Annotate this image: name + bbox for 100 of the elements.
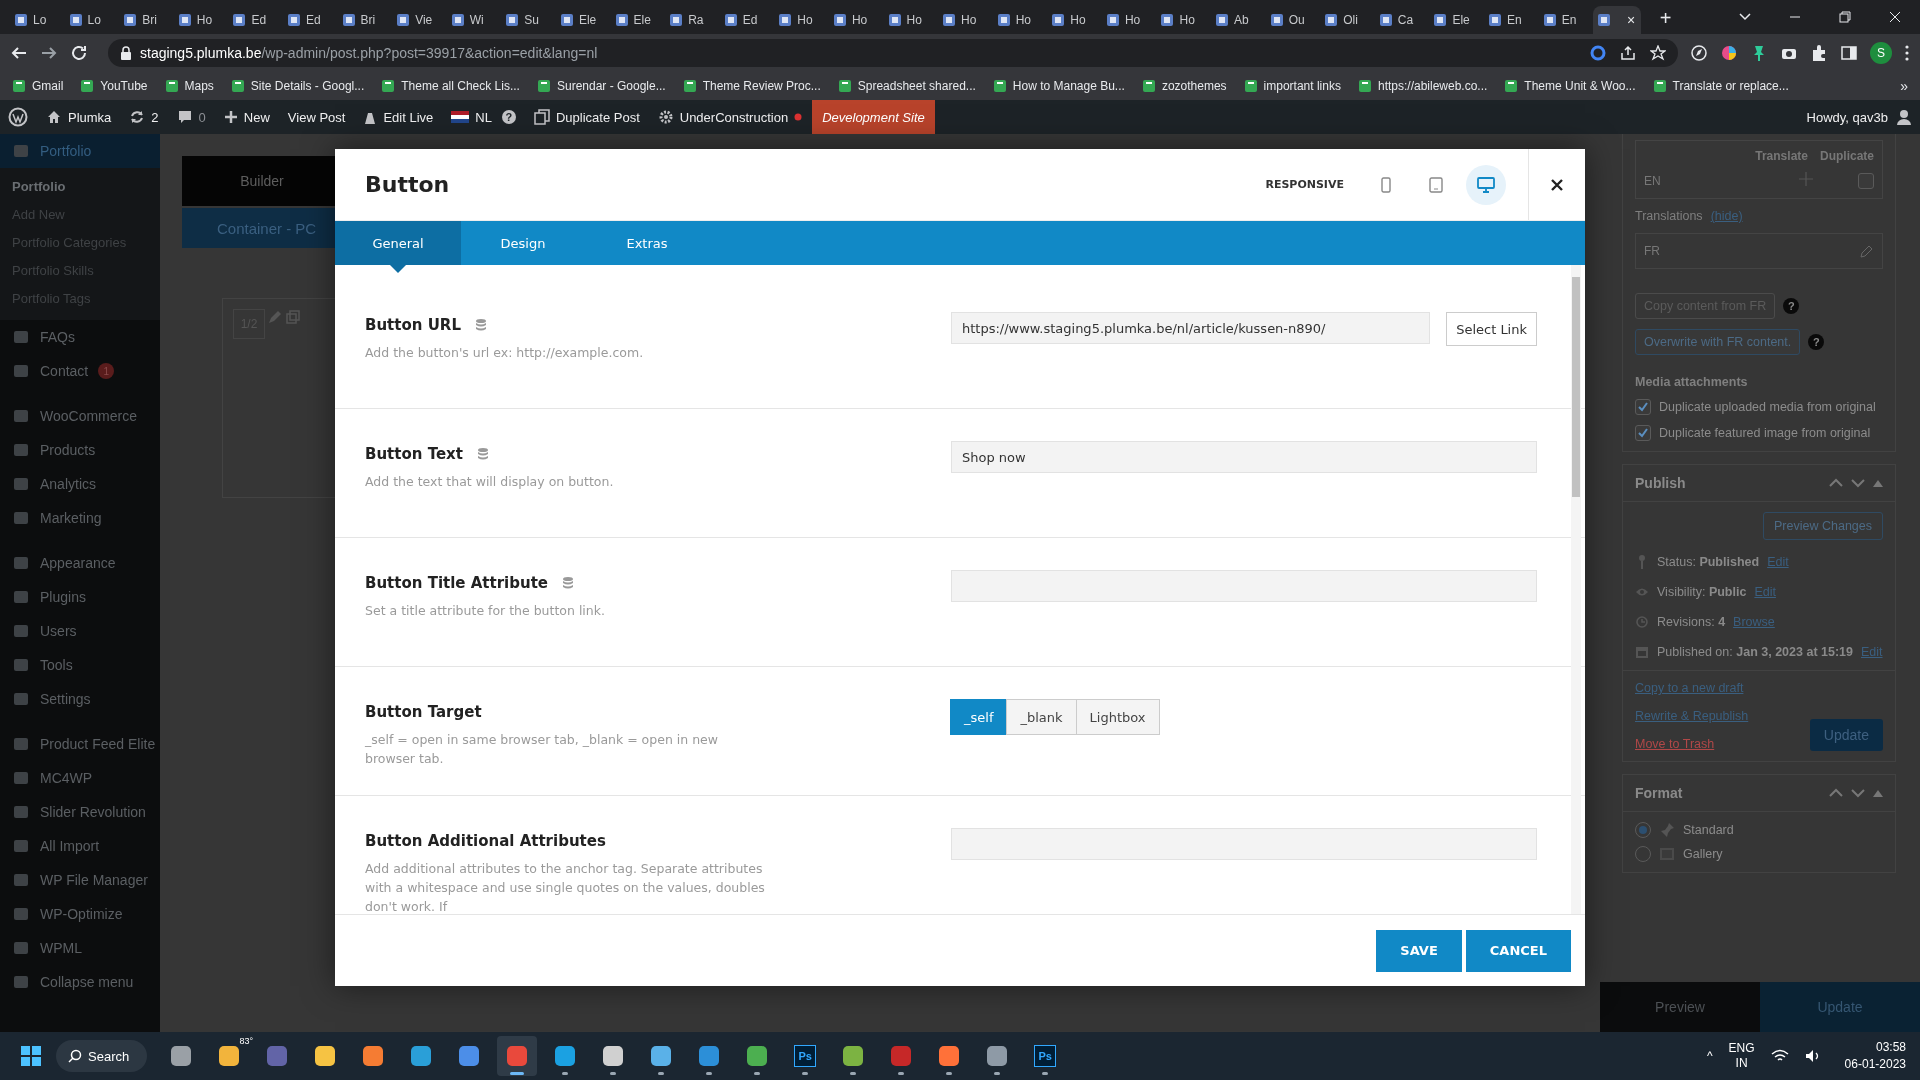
dialog-tab[interactable]: Design [461,221,585,265]
browser-tab[interactable]: Ed [228,6,277,34]
side-panel-icon[interactable] [1840,44,1858,62]
browser-tab[interactable]: Wi [446,6,495,34]
text-field[interactable]: https://www.staging5.plumka.be/nl/article/kussen-n890/ [951,312,1431,344]
browser-tab[interactable]: Ele [1429,6,1478,34]
bookmark[interactable]: Spreadsheet shared... [837,79,976,93]
text-field[interactable] [951,570,1537,602]
bookmark[interactable]: Theme all Check Lis... [381,79,520,93]
browser-tab[interactable]: Ho [774,6,823,34]
wordpress-logo-icon[interactable] [8,107,28,127]
chevron-up-icon[interactable] [1829,478,1843,488]
help-icon[interactable]: ? [1808,334,1825,350]
browser-tab[interactable]: Bri [337,6,386,34]
text-field[interactable] [951,828,1537,860]
browser-tab[interactable]: Ho [828,6,877,34]
browser-tab[interactable]: × [1593,6,1642,34]
site-link[interactable]: Plumka [46,109,112,125]
desktop-view-button[interactable] [1466,164,1506,205]
bookmark[interactable]: Theme Unit & Woo... [1504,79,1636,93]
checkbox[interactable] [1858,172,1874,189]
reload-icon[interactable] [70,44,88,62]
browser-tab[interactable]: En [1538,6,1587,34]
volume-icon[interactable] [1804,1049,1821,1063]
under-construction-link[interactable]: UnderConstruction [657,109,803,125]
checkbox[interactable] [1635,425,1651,441]
browser-tab[interactable]: Ou [1265,6,1314,34]
browser-tab[interactable]: Vie [392,6,441,34]
bookmark[interactable]: Theme Review Proc... [682,79,821,93]
browser-tab[interactable]: Ele [555,6,604,34]
updates-link[interactable]: 2 [129,109,159,125]
search-button[interactable]: Search [56,1040,148,1072]
puzzle-icon[interactable] [1810,44,1828,62]
browser-tab[interactable]: Bri [119,6,168,34]
color-wheel-icon[interactable] [1720,44,1738,62]
bookmark[interactable]: How to Manage Bu... [992,79,1125,93]
target-option[interactable]: _self [950,699,1008,735]
browser-tab[interactable]: Ho [992,6,1041,34]
wifi-icon[interactable] [1770,1049,1789,1063]
address-bar[interactable]: staging5.plumka.be/wp-admin/post.php?post=39917&action=edit&lang=nl [108,39,1678,67]
browser-tab[interactable]: Ca [1374,6,1423,34]
edit-live-link[interactable]: Edit Live [363,109,434,125]
browser-tab[interactable]: Ho [1156,6,1205,34]
compass-icon[interactable] [1690,44,1708,62]
bookmark[interactable]: https://abileweb.co... [1357,79,1488,93]
target-option[interactable]: Lightbox [1075,699,1160,735]
help-badge[interactable]: ? [501,110,516,124]
bookmark[interactable]: important links [1243,79,1341,93]
language-switcher[interactable]: NL ? [451,109,516,125]
browser-tab[interactable]: Ho [173,6,222,34]
bookmark[interactable]: Maps [164,79,214,93]
browser-tab[interactable]: Ed [282,6,331,34]
show-hidden-icons-button[interactable]: ^ [1706,1049,1713,1063]
bookmark[interactable]: Gmail [12,79,64,93]
start-icon[interactable] [20,1045,42,1067]
view-post-link[interactable]: View Post [287,109,346,125]
browser-tab[interactable]: Ho [1101,6,1150,34]
browser-tab[interactable]: Ed [719,6,768,34]
development-site-label[interactable]: Development Site [812,100,935,134]
browser-tab[interactable]: Lo [10,6,58,34]
profile-button[interactable]: S [1870,42,1892,64]
chevron-up-icon[interactable] [1829,788,1843,798]
user-avatar-icon[interactable] [1896,109,1912,125]
submenu-item[interactable]: Portfolio [0,172,160,200]
taskbar-app[interactable]: Ps [785,1036,826,1076]
scrollbar[interactable] [1571,265,1581,914]
new-tab-button[interactable]: + [1659,7,1672,30]
more-bookmarks-button[interactable]: » [1900,78,1908,94]
taskbar-app[interactable]: Ps [1025,1036,1066,1076]
bookmark[interactable]: Surendar - Google... [536,79,666,93]
browser-tab[interactable]: En [1484,6,1533,34]
browser-tab[interactable]: Oli [1320,6,1369,34]
bookmark[interactable]: zozothemes [1141,79,1227,93]
text-field[interactable]: Shop now [951,441,1537,473]
duplicate-post-link[interactable]: Duplicate Post [533,109,640,125]
taskbar-app[interactable] [497,1036,538,1076]
target-option[interactable]: _blank [1006,699,1077,735]
restore-icon[interactable] [1839,11,1851,23]
browser-tab[interactable]: Ho [1047,6,1096,34]
browser-tab[interactable]: Ho [883,6,932,34]
language-indicator[interactable]: ENG IN [1728,1041,1755,1071]
help-icon[interactable]: ? [1783,298,1800,314]
star-icon[interactable] [1650,45,1666,61]
triangle-up-icon[interactable] [1873,789,1883,797]
browser-tab[interactable]: Su [501,6,550,34]
share-icon[interactable] [1620,45,1636,61]
browser-tab[interactable]: Lo [64,6,113,34]
dialog-tab[interactable]: Extras [585,221,709,265]
greeting-link[interactable]: Howdy, qav3b [1806,109,1888,125]
browser-tab[interactable]: Ele [610,6,659,34]
triangle-up-icon[interactable] [1873,479,1883,487]
browser-tab[interactable]: Ho [938,6,987,34]
browser-tab[interactable]: Ab [1211,6,1260,34]
bookmark[interactable]: Site Details - Googl... [230,79,365,93]
close-icon[interactable] [1889,11,1901,23]
save-button[interactable]: SAVE [1376,929,1462,972]
close-tab-button[interactable]: × [1625,12,1638,28]
comments-link[interactable]: 0 [176,109,206,125]
browser-tab[interactable]: Ra [665,6,714,34]
checkbox[interactable] [1635,399,1651,415]
